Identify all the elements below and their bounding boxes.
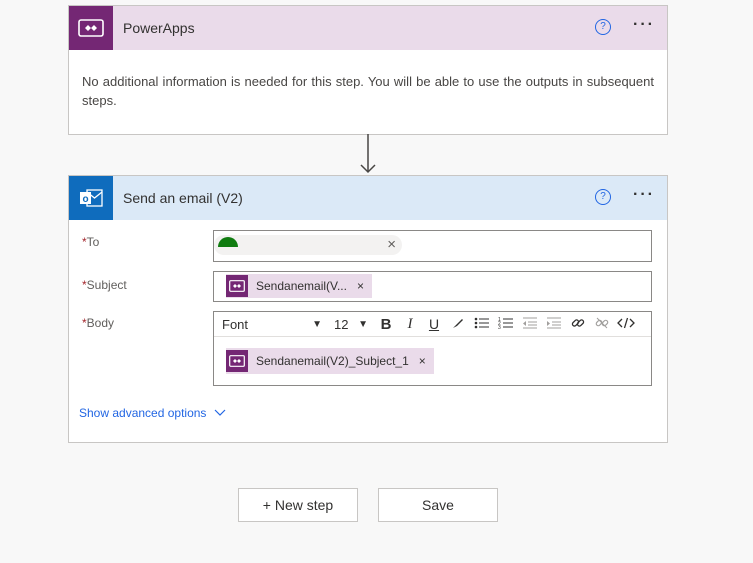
- new-step-button[interactable]: + New step: [238, 488, 358, 522]
- powerapps-icon: [226, 350, 248, 372]
- send-email-card-header[interactable]: o Send an email (V2) ? ···: [69, 176, 667, 220]
- chevron-down-icon: ▼: [312, 318, 322, 330]
- chevron-down-icon: [215, 409, 226, 416]
- italic-icon[interactable]: I: [398, 316, 422, 333]
- svg-text:3: 3: [498, 325, 501, 330]
- body-token-label: Sendanemail(V2)_Subject_1: [256, 354, 409, 368]
- show-advanced-options-label: Show advanced options: [79, 406, 207, 420]
- more-options-icon[interactable]: ···: [633, 16, 655, 34]
- subject-dynamic-token[interactable]: Sendanemail(V... ×: [226, 274, 372, 298]
- remove-token-icon[interactable]: ×: [357, 279, 364, 293]
- bullet-list-icon[interactable]: [470, 316, 494, 333]
- help-icon[interactable]: ?: [595, 189, 611, 205]
- body-editor[interactable]: Font ▼ 12 ▼ B I U 123 Sendanemail(V2)_Su…: [213, 311, 652, 386]
- unlink-icon[interactable]: [590, 316, 614, 333]
- rich-text-toolbar: Font ▼ 12 ▼ B I U 123: [214, 312, 651, 337]
- send-email-card-title: Send an email (V2): [123, 190, 243, 206]
- to-label: *To: [82, 235, 100, 249]
- powerapps-card: PowerApps ? ··· No additional informatio…: [68, 5, 668, 135]
- font-select-value: Font: [222, 316, 249, 332]
- body-dynamic-token[interactable]: Sendanemail(V2)_Subject_1 ×: [226, 348, 434, 374]
- avatar: [218, 237, 238, 247]
- to-field[interactable]: ×: [213, 230, 652, 262]
- bold-icon[interactable]: B: [374, 316, 398, 333]
- link-icon[interactable]: [566, 316, 590, 333]
- indent-icon[interactable]: [542, 316, 566, 333]
- send-email-card: o Send an email (V2) ? ··· *To × *Subjec…: [68, 175, 668, 443]
- subject-label: *Subject: [82, 278, 127, 292]
- powerapps-card-header[interactable]: PowerApps ? ···: [69, 6, 667, 50]
- underline-icon[interactable]: U: [422, 316, 446, 332]
- show-advanced-options-link[interactable]: Show advanced options: [79, 406, 226, 420]
- chevron-down-icon: ▼: [358, 318, 368, 330]
- more-options-icon[interactable]: ···: [633, 186, 655, 204]
- powerapps-card-title: PowerApps: [123, 20, 195, 36]
- font-select[interactable]: Font ▼: [222, 317, 322, 332]
- remove-recipient-icon[interactable]: ×: [387, 236, 396, 253]
- powerapps-icon: [226, 275, 248, 297]
- to-recipient-token[interactable]: ×: [214, 235, 402, 255]
- highlight-icon[interactable]: [446, 316, 470, 333]
- outlook-icon: o: [69, 176, 113, 220]
- arrow-down-icon: [360, 134, 376, 174]
- subject-field[interactable]: Sendanemail(V... ×: [213, 271, 652, 302]
- subject-token-label: Sendanemail(V...: [256, 279, 347, 293]
- font-size-value: 12: [334, 316, 349, 332]
- powerapps-icon: [69, 6, 113, 50]
- remove-token-icon[interactable]: ×: [419, 354, 426, 368]
- code-view-icon[interactable]: [614, 316, 638, 333]
- save-button[interactable]: Save: [378, 488, 498, 522]
- body-label: *Body: [82, 316, 115, 330]
- svg-text:o: o: [82, 194, 88, 205]
- numbered-list-icon[interactable]: 123: [494, 316, 518, 333]
- font-size-select[interactable]: 12 ▼: [334, 317, 368, 332]
- help-icon[interactable]: ?: [595, 19, 611, 35]
- powerapps-info-text: No additional information is needed for …: [82, 74, 654, 108]
- outdent-icon[interactable]: [518, 316, 542, 333]
